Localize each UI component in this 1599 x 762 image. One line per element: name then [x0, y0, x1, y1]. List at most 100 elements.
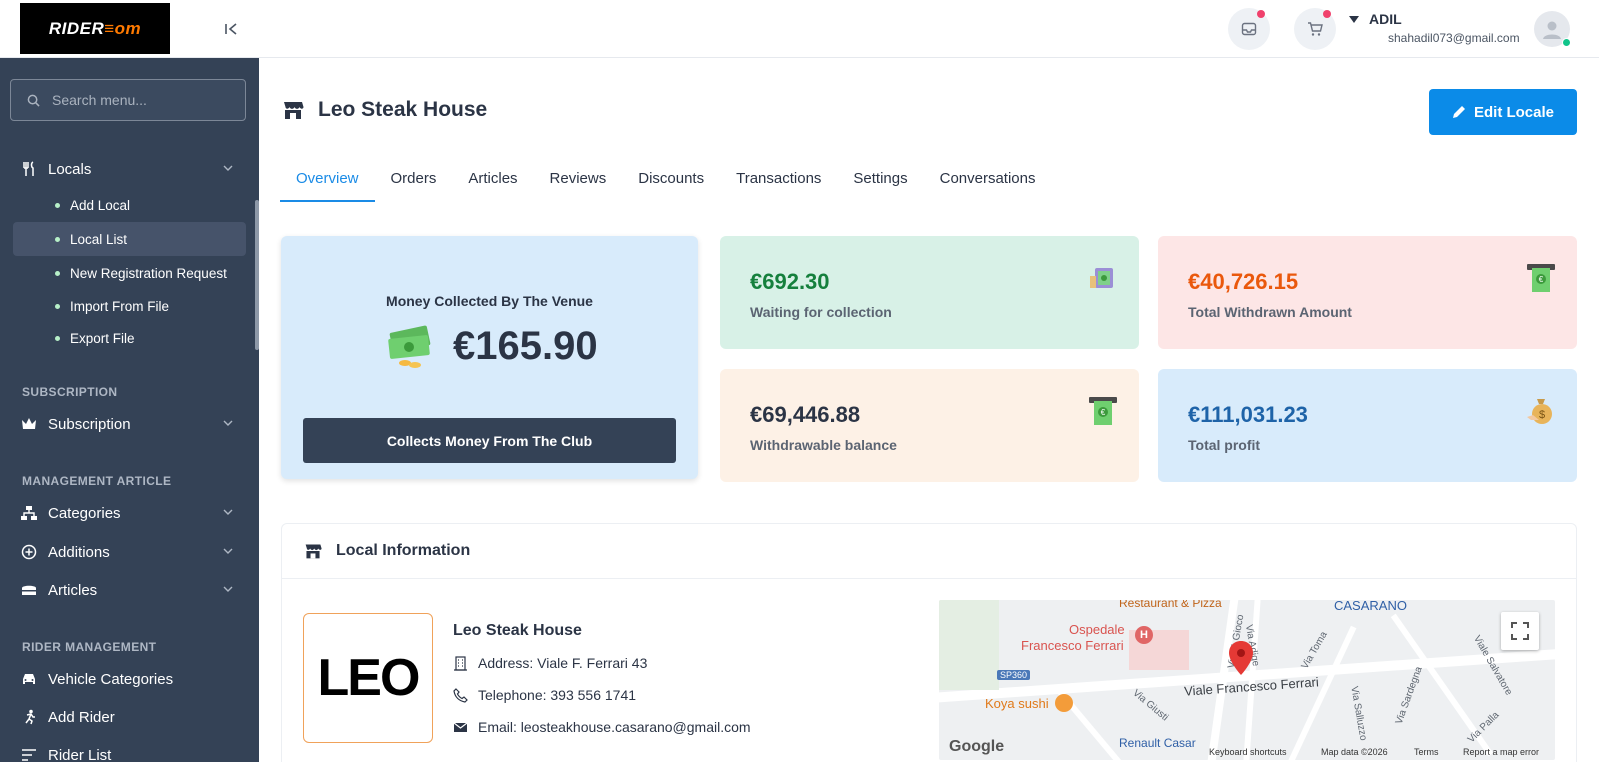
- local-information-heading: Local Information: [282, 524, 1576, 579]
- tab-articles[interactable]: Articles: [452, 160, 533, 202]
- map-report-error-link[interactable]: Report a map error: [1463, 747, 1539, 757]
- sidebar-item-subscription[interactable]: Subscription: [20, 411, 240, 437]
- sidebar-search[interactable]: [10, 79, 246, 121]
- local-logo: LEO: [303, 613, 433, 743]
- cart-button[interactable]: [1294, 8, 1336, 50]
- stat-card-withdrawn: €40,726.15 Total Withdrawn Amount €: [1158, 236, 1577, 349]
- stat-value: €111,031.23: [1188, 402, 1308, 427]
- map-label: Via Salluzzo: [1348, 685, 1369, 742]
- map-brand: Google: [949, 738, 1005, 755]
- local-information-card: Local Information LEO Leo Steak House Ad…: [281, 523, 1577, 762]
- sidebar-item-local-list[interactable]: Local List: [13, 222, 246, 256]
- local-telephone[interactable]: Telephone: 393 556 1741: [453, 687, 636, 703]
- sidebar-item-new-registration[interactable]: New Registration Request: [13, 256, 246, 290]
- tab-orders[interactable]: Orders: [375, 160, 453, 202]
- store-icon: [284, 102, 304, 119]
- store-icon: [305, 544, 322, 559]
- tab-settings[interactable]: Settings: [837, 160, 923, 202]
- tab-conversations[interactable]: Conversations: [924, 160, 1052, 202]
- fullscreen-button[interactable]: [1501, 612, 1539, 650]
- map-label: Via Giusti: [1130, 687, 1171, 724]
- user-menu-toggle[interactable]: ADIL: [1349, 11, 1402, 27]
- section-label-rider-management: RIDER MANAGEMENT: [22, 640, 157, 654]
- map-label: CASARANO: [1334, 600, 1407, 613]
- stat-card-withdrawable: €69,446.88 Withdrawable balance €: [720, 369, 1139, 482]
- chevron-down-icon: [223, 509, 233, 515]
- stat-label: Withdrawable balance: [750, 437, 897, 453]
- map-label: Ospedale: [1069, 622, 1125, 637]
- notification-dot: [1257, 10, 1265, 18]
- stat-card-waiting: €692.30 Waiting for collection: [720, 236, 1139, 349]
- edit-locale-button[interactable]: Edit Locale: [1429, 89, 1577, 135]
- sidebar-item-vehicle-categories[interactable]: Vehicle Categories: [20, 666, 240, 692]
- building-icon: [454, 655, 467, 671]
- map-label: Via Sardegna: [1393, 665, 1425, 726]
- collapse-sidebar-icon[interactable]: [220, 18, 242, 40]
- sidebar-item-articles[interactable]: Articles: [20, 577, 240, 603]
- svg-text:€: €: [1539, 275, 1544, 284]
- avatar[interactable]: [1534, 11, 1571, 47]
- search-icon: [27, 94, 40, 107]
- sitemap-icon: [20, 504, 38, 522]
- phone-icon: [453, 687, 468, 703]
- sidebar-item-categories[interactable]: Categories: [20, 500, 240, 526]
- search-input[interactable]: [52, 92, 232, 108]
- local-email[interactable]: Email: leosteakhouse.casarano@gmail.com: [453, 719, 751, 735]
- messages-button[interactable]: [1228, 8, 1270, 50]
- plus-circle-icon: [20, 543, 38, 561]
- box-icon: [20, 581, 38, 599]
- cash-hand-icon: [1090, 268, 1113, 288]
- sidebar: RIDER≡om Locals Add Local Local List New…: [0, 0, 259, 762]
- hospital-marker-icon[interactable]: H: [1135, 626, 1153, 644]
- restaurant-marker-icon[interactable]: [1055, 694, 1073, 712]
- location-pin-icon[interactable]: [1228, 640, 1254, 676]
- map-label: Koya sushi: [985, 696, 1049, 711]
- atm-icon: €: [1527, 264, 1555, 292]
- pencil-icon: [1452, 106, 1465, 118]
- money-collected-amount: €165.90: [385, 324, 598, 369]
- stat-value: €692.30: [750, 269, 830, 294]
- stat-label: Total Withdrawn Amount: [1188, 304, 1352, 320]
- stat-label: Total profit: [1188, 437, 1261, 453]
- chevron-down-icon: [223, 548, 233, 554]
- map-label: Renault Casar: [1119, 736, 1196, 750]
- tab-transactions[interactable]: Transactions: [720, 160, 837, 202]
- sidebar-item-import-file[interactable]: Import From File: [13, 289, 246, 323]
- sidebar-item-locals[interactable]: Locals: [20, 156, 240, 182]
- cart-icon: [1308, 22, 1323, 36]
- collect-money-button[interactable]: Collects Money From The Club: [303, 418, 676, 463]
- sidebar-scrollbar[interactable]: [255, 200, 259, 350]
- map-keyboard-shortcuts[interactable]: Keyboard shortcuts: [1209, 747, 1287, 757]
- mail-icon: [1241, 22, 1257, 36]
- local-name: Leo Steak House: [453, 622, 582, 639]
- map-park-area: [939, 600, 999, 690]
- page-title: Leo Steak House: [282, 98, 487, 122]
- sidebar-item-add-local[interactable]: Add Local: [13, 188, 246, 222]
- running-person-icon: [20, 708, 38, 726]
- utensils-icon: [20, 160, 38, 178]
- money-collected-card: Money Collected By The Venue €165.90 Col…: [281, 236, 698, 479]
- user-icon: [1543, 21, 1561, 39]
- chevron-down-icon: [223, 165, 233, 171]
- money-bag-icon: $: [1527, 399, 1552, 424]
- chevron-down-icon: [223, 420, 233, 426]
- location-map[interactable]: Restaurant & Pizza CASARANO Ospedale Fra…: [939, 600, 1555, 760]
- tab-reviews[interactable]: Reviews: [534, 160, 623, 202]
- sidebar-item-export-file[interactable]: Export File: [13, 321, 246, 355]
- sidebar-item-add-rider[interactable]: Add Rider: [20, 704, 240, 730]
- tab-overview[interactable]: Overview: [280, 160, 375, 202]
- sidebar-item-additions[interactable]: Additions: [20, 539, 240, 565]
- map-label: Francesco Ferrari: [1021, 638, 1124, 653]
- chevron-down-icon: [223, 586, 233, 592]
- map-terms-link[interactable]: Terms: [1414, 747, 1439, 757]
- car-icon: [20, 670, 38, 688]
- brand-logo[interactable]: RIDER≡om: [20, 3, 170, 54]
- sidebar-item-label: Locals: [48, 160, 92, 178]
- atm-icon: €: [1089, 397, 1117, 425]
- section-label-management-article: MANAGEMENT ARTICLE: [22, 474, 172, 488]
- svg-text:€: €: [1101, 408, 1106, 417]
- sidebar-item-rider-list[interactable]: Rider List: [20, 742, 240, 762]
- money-collected-label: Money Collected By The Venue: [386, 293, 593, 309]
- svg-text:$: $: [1539, 409, 1545, 421]
- tab-discounts[interactable]: Discounts: [622, 160, 720, 202]
